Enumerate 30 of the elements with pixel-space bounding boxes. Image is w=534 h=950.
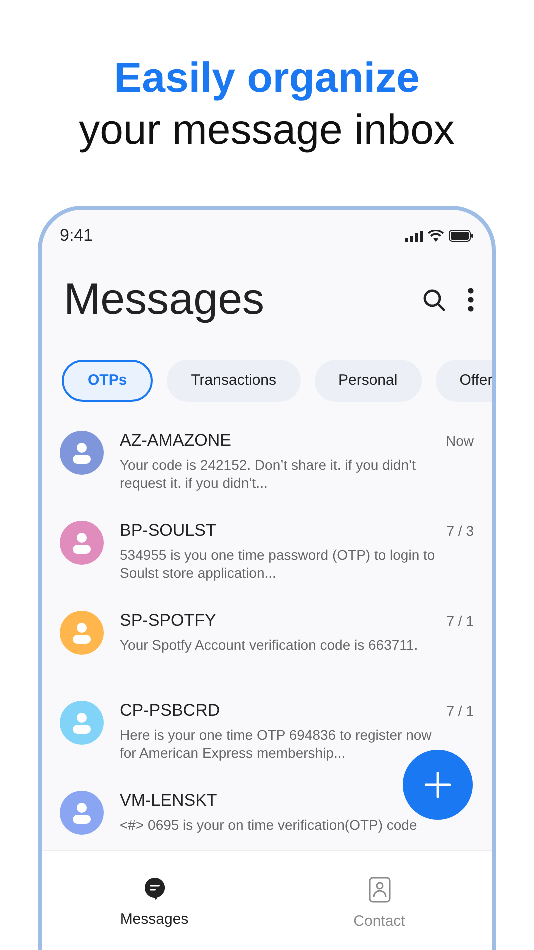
message-preview: Here is your one time OTP 694836 to register now for American Express membership... [120,726,433,762]
page-title: Messages [64,274,265,326]
message-time: 7 / 3 [446,522,474,540]
headline-accent: Easily organize [114,53,420,103]
sender-name: CP-PSBCRD [120,700,220,722]
signal-icon [405,230,423,242]
filter-chip[interactable]: Transactions [167,360,300,402]
status-time: 9:41 [60,225,94,248]
battery-icon [449,230,474,242]
sender-name: SP-SPOTFY [120,610,216,632]
headline: your message inbox [79,105,455,155]
contact-card-icon [368,877,390,903]
wifi-icon [428,230,444,242]
more-icon[interactable] [468,288,474,312]
sender-name: AZ-AMAZONE [120,430,232,452]
message-preview: Your code is 242152. Don’t share it. if you didn’t request it. if you didn’t... [120,456,418,492]
message-preview: 534955 is you one time password (OTP) to login to Soulst store application... [120,546,436,582]
filter-chip[interactable]: Personal [314,360,422,402]
filter-chip[interactable]: OTPs [62,360,154,402]
search-icon[interactable] [422,288,446,312]
chat-bubble-icon [142,877,166,901]
sender-name: VM-LENSKT [120,790,218,812]
plus-icon [425,772,451,798]
message-time: 7 / 1 [446,612,474,630]
nav-tab[interactable]: Messages [42,851,267,950]
message-time: Now [446,432,474,450]
sender-name: BP-SOULST [120,520,216,542]
message-time: 7 / 1 [446,702,474,720]
message-preview: <#> 0695 is your on time verification(OTP) code [120,816,418,834]
message-preview: Your Spotfy Account verification code is 663711. [120,636,420,654]
